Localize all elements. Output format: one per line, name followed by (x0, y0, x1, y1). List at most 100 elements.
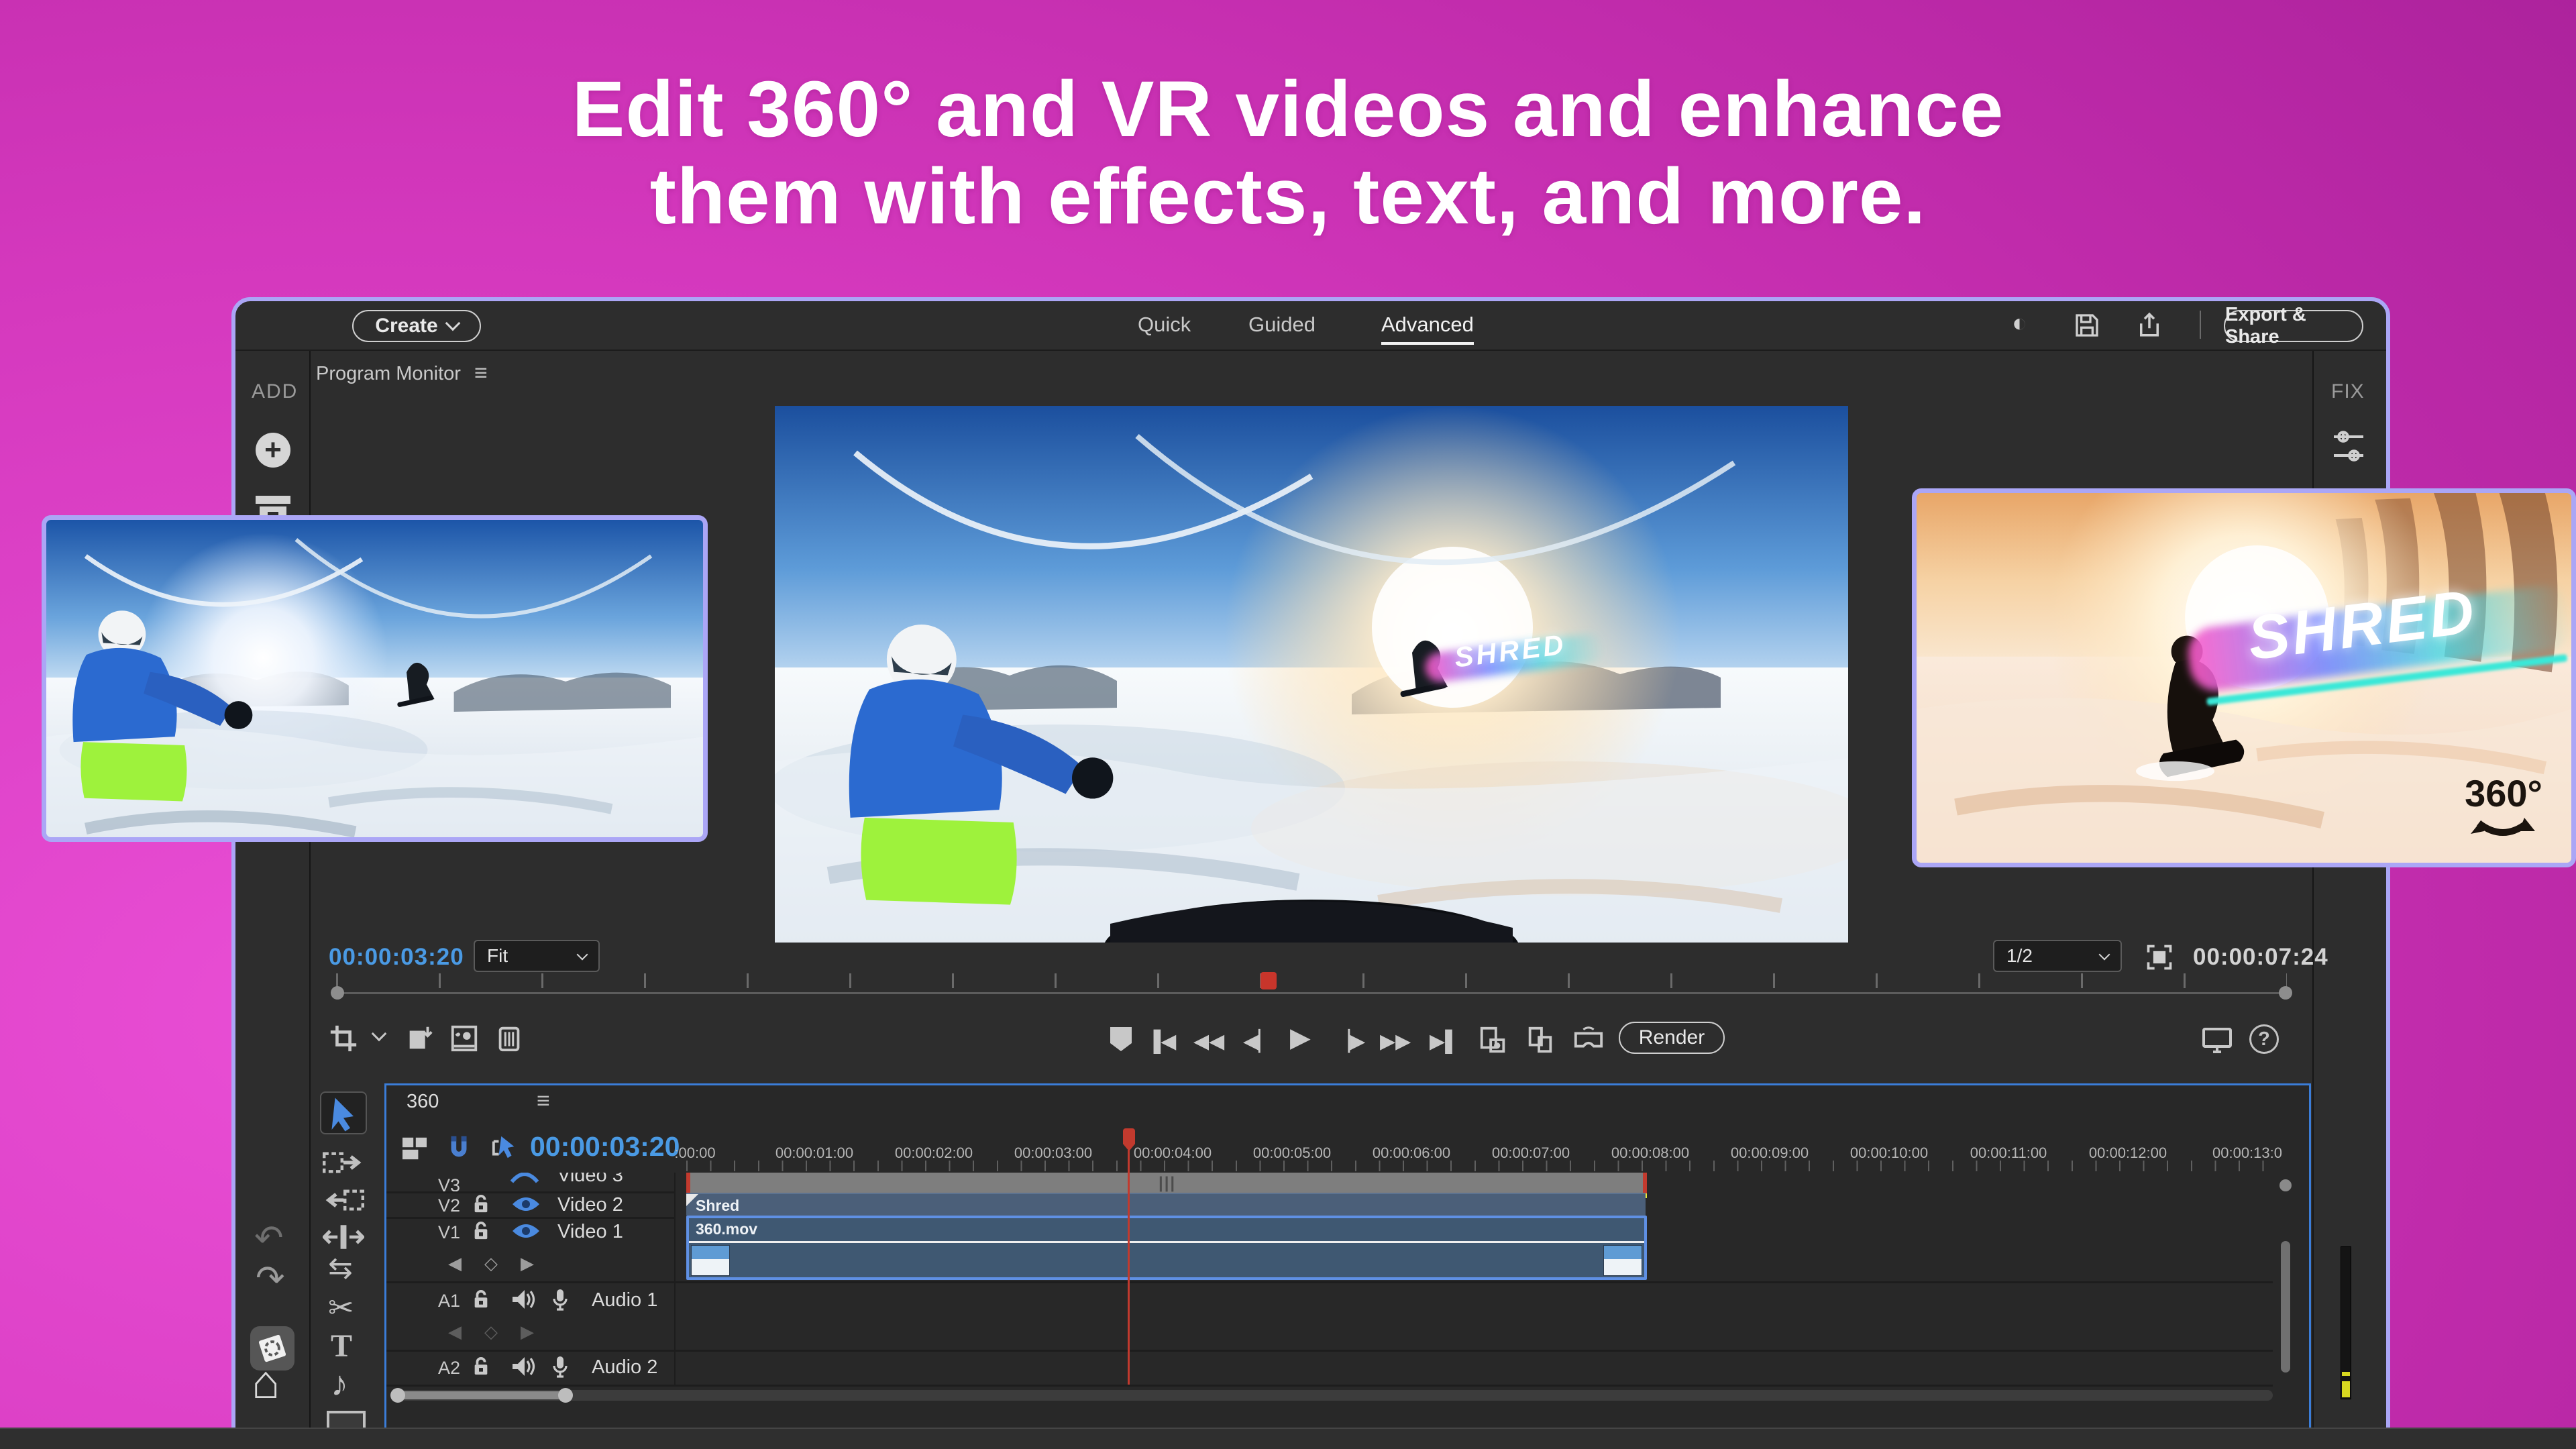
render-button-label: Render (1639, 1026, 1705, 1049)
track-header-v1[interactable]: V1 Video 1 (386, 1217, 674, 1245)
render-button[interactable]: Render (1619, 1022, 1725, 1054)
go-to-start-button[interactable]: ▐◀ (1146, 1027, 1176, 1057)
lock-icon[interactable] (472, 1222, 490, 1240)
clip-name-underline (689, 1241, 1644, 1243)
headline-line1: Edit 360° and VR videos and enhance (0, 66, 2576, 153)
track-select-forward-icon[interactable] (323, 1148, 364, 1177)
marker-icon[interactable] (1108, 1024, 1134, 1054)
current-timecode[interactable]: 00:00:03:20 (329, 944, 464, 971)
redo-icon[interactable]: ↷ (256, 1266, 285, 1291)
mic-icon[interactable] (551, 1288, 569, 1311)
timeline-tab-360[interactable]: 360 (407, 1091, 439, 1113)
lock-icon[interactable] (472, 1357, 490, 1376)
home-icon[interactable]: ⌂ (252, 1369, 280, 1395)
hscroll-knob-right[interactable] (558, 1388, 573, 1403)
add-clip-icon[interactable] (1525, 1024, 1556, 1055)
eye-icon[interactable] (511, 1222, 541, 1240)
eye-icon[interactable] (511, 1195, 541, 1214)
dual-monitor-icon[interactable] (2201, 1024, 2233, 1055)
rewind-button[interactable]: ◀◀ (1193, 1027, 1224, 1057)
track-header-v2[interactable]: V2 Video 2 (386, 1191, 674, 1217)
add-section-label: ADD (252, 380, 298, 403)
panel-menu-icon[interactable]: ≡ (474, 360, 488, 386)
track-header-v3[interactable]: V3 Video 3 (386, 1173, 674, 1191)
track-layout-icon[interactable] (401, 1136, 428, 1161)
track-header-a1[interactable]: A1 Audio 1 (386, 1281, 674, 1318)
clip-360mov[interactable]: 360.mov (686, 1216, 1647, 1280)
play-button[interactable]: ▶ (1290, 1023, 1311, 1053)
frame-export-icon[interactable] (1478, 1024, 1509, 1055)
keyframe-prev-icon[interactable]: ◀ (448, 1322, 462, 1342)
share-icon[interactable] (2135, 311, 2163, 339)
snow-scene-cool (46, 520, 704, 838)
timeline-vscrollbar[interactable] (2281, 1241, 2290, 1373)
scrubber-start-handle[interactable] (331, 986, 344, 1000)
text-tool-icon[interactable]: T (331, 1332, 352, 1361)
fullscreen-icon[interactable] (2145, 943, 2174, 972)
keyframe-add-icon[interactable]: ◇ (484, 1253, 498, 1274)
slip-tool-icon[interactable]: ⇆ (328, 1254, 353, 1283)
selection-tool-button[interactable] (320, 1091, 367, 1134)
timeline-timecode[interactable]: 00:00:03:20 (530, 1131, 680, 1163)
step-forward-button[interactable]: ▕▶ (1334, 1027, 1365, 1057)
keyframe-add-icon[interactable]: ◇ (484, 1322, 498, 1342)
track-select-backward-icon[interactable] (323, 1185, 364, 1215)
monitor-scrubber-track[interactable] (336, 992, 2287, 994)
undo-icon[interactable]: ↶ (254, 1226, 284, 1251)
clip-shred[interactable]: Shred (686, 1193, 1646, 1216)
speaker-icon[interactable] (511, 1356, 535, 1377)
tab-guided[interactable]: Guided (1248, 313, 1316, 337)
create-button-label: Create (375, 315, 437, 337)
keyframe-next-icon[interactable]: ▶ (521, 1322, 534, 1342)
help-icon[interactable]: ? (2249, 1024, 2279, 1054)
trash-icon[interactable] (494, 1023, 524, 1054)
crop-options-chevron-icon[interactable] (372, 1026, 387, 1042)
frame-grab-icon[interactable] (449, 1023, 480, 1054)
lock-icon[interactable] (472, 1290, 490, 1309)
settings-sliders-icon[interactable] (2331, 430, 2366, 462)
timeline-hscrollbar[interactable] (390, 1390, 2273, 1401)
rotate-icon[interactable] (405, 1023, 435, 1054)
keyframe-nav-video[interactable]: ◀ ◇ ▶ (386, 1253, 674, 1280)
track-header-a2[interactable]: A2 Audio 2 (386, 1350, 674, 1385)
monitor-viewport[interactable]: SHRED (775, 406, 1848, 943)
zoom-fit-dropdown[interactable]: Fit (474, 940, 600, 972)
tab-quick[interactable]: Quick (1138, 313, 1191, 337)
ripple-edit-icon[interactable] (323, 1222, 364, 1252)
save-icon[interactable] (2074, 312, 2100, 339)
playhead-line[interactable] (1128, 1150, 1130, 1385)
headline-line2: them with effects, text, and more. (0, 153, 2576, 240)
export-share-button[interactable]: Export & Share (2224, 310, 2363, 342)
speaker-icon[interactable] (511, 1289, 535, 1310)
work-area-grip[interactable]: ||| (1159, 1174, 1176, 1193)
go-to-end-button[interactable]: ▶▌ (1430, 1027, 1459, 1057)
hscroll-handle[interactable] (397, 1391, 565, 1399)
add-media-button[interactable]: + (256, 433, 290, 468)
timeline-menu-icon[interactable]: ≡ (537, 1088, 550, 1114)
contrast-icon[interactable]: ◐ (2012, 311, 2027, 336)
step-back-button[interactable]: ◀▏ (1243, 1027, 1274, 1057)
insert-mode-icon[interactable] (491, 1134, 519, 1162)
bottom-strip (0, 1428, 2576, 1449)
razor-tool-icon[interactable]: ✂ (328, 1293, 354, 1322)
eye-icon[interactable] (511, 1173, 539, 1186)
mic-icon[interactable] (551, 1355, 569, 1378)
keyframe-nav-audio[interactable]: ◀ ◇ ▶ (386, 1322, 674, 1348)
work-area-start-marker[interactable] (686, 1173, 690, 1193)
playback-quality-dropdown[interactable]: 1/2 (1993, 940, 2122, 972)
hscroll-knob-left[interactable] (390, 1388, 405, 1403)
snap-magnet-icon[interactable] (445, 1134, 472, 1162)
create-button[interactable]: Create (352, 310, 481, 342)
fast-forward-button[interactable]: ▶▶ (1380, 1027, 1411, 1057)
vr-headset-icon[interactable] (1572, 1024, 1605, 1055)
scrubber-end-handle[interactable] (2279, 986, 2292, 1000)
keyframe-prev-icon[interactable]: ◀ (448, 1253, 462, 1274)
monitor-playhead-handle[interactable] (1260, 972, 1277, 989)
crop-tool-icon[interactable] (328, 1023, 359, 1054)
vscroll-knob-top[interactable] (2279, 1179, 2292, 1191)
remix-audio-tool-icon[interactable]: ♪ (331, 1369, 348, 1399)
work-area-end-marker[interactable] (1643, 1173, 1647, 1193)
tab-advanced[interactable]: Advanced (1381, 313, 1474, 345)
keyframe-next-icon[interactable]: ▶ (521, 1253, 534, 1274)
lock-icon[interactable] (472, 1195, 490, 1214)
